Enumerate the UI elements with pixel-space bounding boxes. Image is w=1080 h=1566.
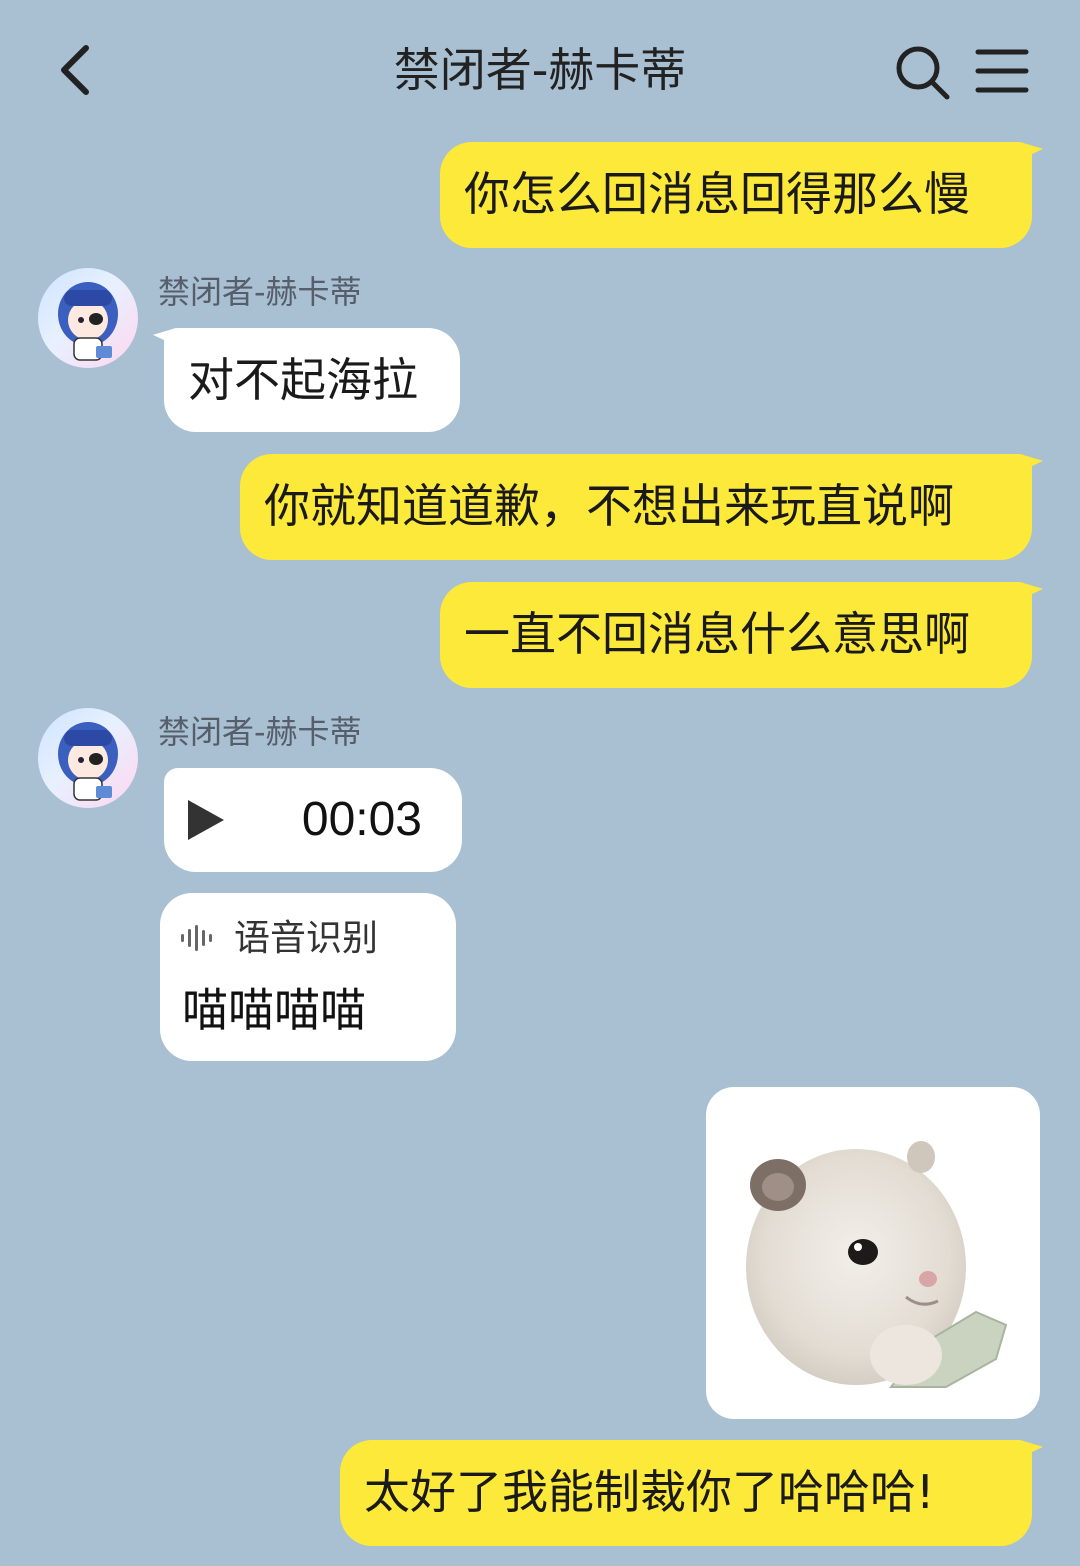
my-message-bubble[interactable]: 你怎么回消息回得那么慢	[440, 142, 1032, 248]
voice-wave-icon	[181, 925, 212, 951]
their-message-bubble[interactable]: 对不起海拉	[164, 328, 460, 432]
play-icon[interactable]	[186, 798, 226, 842]
voice-message[interactable]: 00:03	[164, 768, 462, 872]
search-button[interactable]	[890, 40, 954, 104]
message-text: 你怎么回消息回得那么慢	[464, 167, 970, 221]
message-text: 对不起海拉	[188, 353, 418, 407]
sender-name: 禁闭者-赫卡蒂	[158, 273, 362, 311]
hamster-sticker[interactable]	[706, 1087, 1040, 1419]
sender-name: 禁闭者-赫卡蒂	[158, 713, 362, 751]
speech-recognition-text: 喵喵喵喵	[182, 983, 366, 1037]
voice-duration: 00:03	[301, 793, 422, 846]
message-text: 你就知道道歉，不想出来玩直说啊	[264, 479, 954, 533]
search-icon	[896, 46, 950, 100]
menu-button[interactable]	[972, 42, 1032, 102]
my-message-bubble[interactable]: 一直不回消息什么意思啊	[440, 582, 1032, 688]
avatar-image	[58, 722, 118, 801]
speech-recognition-card[interactable]: 语音识别 喵喵喵喵	[160, 893, 456, 1061]
contact-avatar[interactable]	[38, 708, 138, 808]
message-text: 一直不回消息什么意思啊	[464, 607, 970, 661]
chat-header: 禁闭者-赫卡蒂	[0, 0, 1080, 140]
menu-icon	[975, 49, 1029, 93]
my-message-bubble[interactable]: 你就知道道歉，不想出来玩直说啊	[240, 454, 1032, 560]
contact-avatar[interactable]	[38, 268, 138, 368]
hamster-image	[746, 1141, 1008, 1388]
avatar-image	[58, 282, 118, 361]
my-message-bubble[interactable]: 太好了我能制裁你了哈哈哈!	[340, 1440, 1032, 1546]
message-text: 太好了我能制裁你了哈哈哈!	[364, 1465, 935, 1519]
speech-recognition-label: 语音识别	[234, 918, 379, 959]
